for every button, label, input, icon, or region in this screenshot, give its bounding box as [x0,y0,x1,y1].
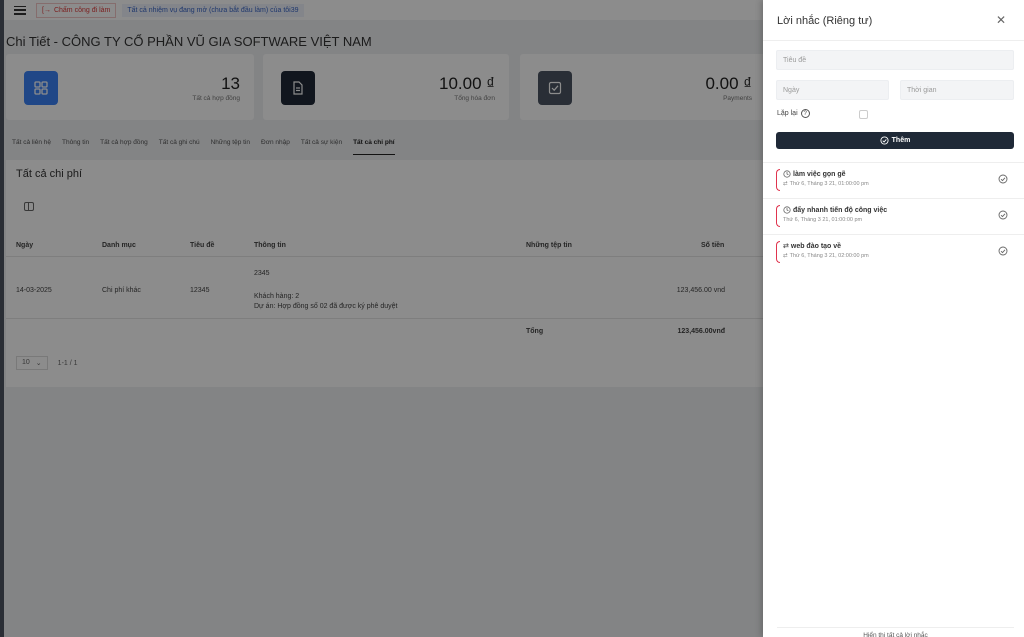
add-reminder-label: Thêm [891,137,911,144]
close-icon[interactable]: ✕ [996,13,1006,27]
reminder-title: đẩy nhanh tiến độ công việc [783,206,887,214]
reminder-accent [776,205,780,227]
show-all-reminders-link[interactable]: Hiển thị tất cả lời nhắc [777,627,1014,637]
reminder-title-text: web đào tạo về [790,242,842,250]
left-edge [0,0,4,637]
clock-icon [783,206,791,214]
reminder-date-input[interactable]: Ngày [776,80,889,100]
check-circle-icon[interactable] [998,210,1008,220]
reminder-accent [776,169,780,191]
help-icon[interactable]: ? [800,109,810,118]
reminder-drawer: Lời nhắc (Riêng tư) ✕ Tiêu đề Ngày Thời … [763,0,1024,637]
reminder-time-input[interactable]: Thời gian [900,80,1014,100]
reminder-item[interactable]: đẩy nhanh tiến độ công việc Thứ 6, Tháng… [763,198,1024,234]
drawer-title: Lời nhắc (Riêng tư) [777,15,873,27]
reminder-time-text: Thứ 6, Tháng 3 21, 01:00:00 pm [789,181,869,187]
reminder-title: ⇄ web đào tạo về [783,242,842,251]
reminder-title-input[interactable]: Tiêu đề [776,50,1014,70]
check-circle-icon[interactable] [998,174,1008,184]
reminder-title-text: đẩy nhanh tiến độ công việc [793,206,888,214]
reminder-time: Thứ 6, Tháng 3 21, 01:00:00 pm [783,217,862,223]
reminder-time: ⇄ Thứ 6, Tháng 3 21, 02:00:00 pm [783,253,869,259]
repeat-icon: ⇄ [783,181,788,187]
reminder-item[interactable]: ⇄ web đào tạo về ⇄ Thứ 6, Tháng 3 21, 02… [763,234,1024,270]
check-circle-icon [880,136,889,145]
reminder-title-text: làm việc gọn gẽ [793,170,846,178]
reminder-accent [776,241,780,263]
repeat-label: Lặp lại ? [777,109,810,118]
clock-icon [783,170,791,178]
reminder-item[interactable]: làm việc gọn gẽ ⇄ Thứ 6, Tháng 3 21, 01:… [763,162,1024,198]
repeat-icon: ⇄ [783,243,789,250]
reminder-time-text: Thứ 6, Tháng 3 21, 02:00:00 pm [789,253,869,259]
repeat-checkbox[interactable] [859,110,868,119]
reminder-title: làm việc gọn gẽ [783,170,846,178]
drawer-divider [763,40,1024,41]
repeat-icon: ⇄ [783,253,788,259]
add-reminder-button[interactable]: Thêm [776,132,1014,149]
check-circle-icon[interactable] [998,246,1008,256]
repeat-label-text: Lặp lại [777,110,798,117]
reminder-time: ⇄ Thứ 6, Tháng 3 21, 01:00:00 pm [783,181,869,187]
reminder-time-text: Thứ 6, Tháng 3 21, 01:00:00 pm [783,217,863,223]
